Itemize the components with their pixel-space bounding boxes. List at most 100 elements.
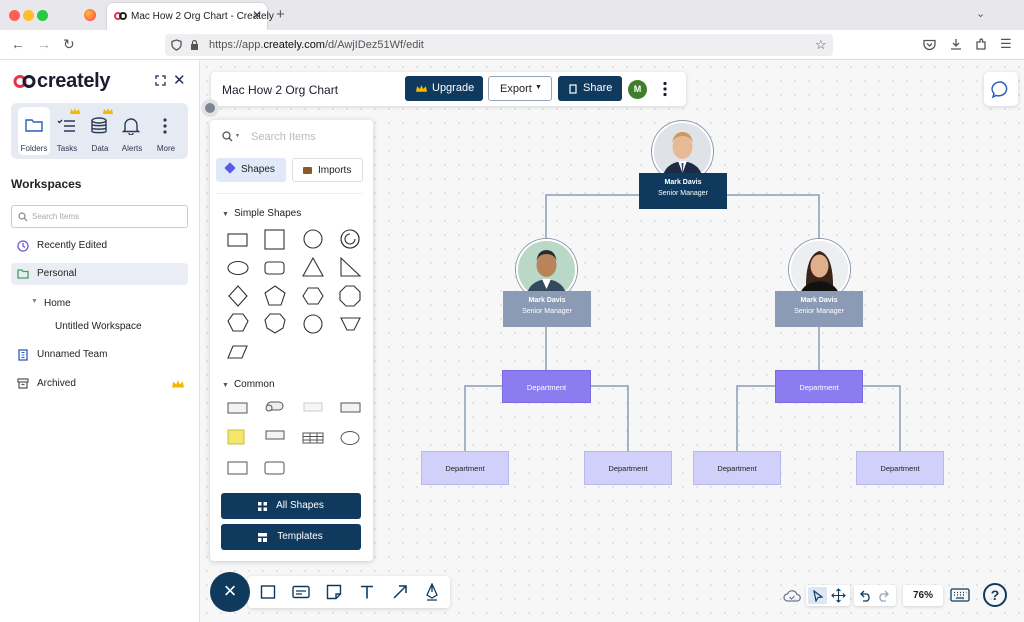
upgrade-button[interactable]: Upgrade [405, 76, 483, 101]
org-node-department[interactable]: Department [775, 370, 863, 403]
sticky-note-tool-icon[interactable] [326, 584, 342, 600]
back-icon[interactable]: ← [11, 36, 25, 52]
expand-icon[interactable] [155, 75, 166, 86]
templates-button[interactable]: Templates [221, 524, 361, 550]
close-window-button[interactable] [9, 10, 20, 21]
panel-toggle-handle[interactable] [201, 99, 219, 117]
org-node-department[interactable]: Department [502, 370, 591, 403]
minimize-window-button[interactable] [23, 10, 34, 21]
browser-tab[interactable]: Mac How 2 Org Chart - Creately ✕ [107, 3, 274, 30]
zoom-level[interactable]: 76% [903, 585, 943, 606]
pen-tool-icon[interactable] [424, 583, 440, 601]
user-avatar[interactable]: M [628, 80, 647, 99]
select-tool-button[interactable] [808, 587, 827, 604]
simple-shapes-grid[interactable] [210, 224, 373, 364]
tab-label: Imports [318, 165, 352, 176]
more-vertical-icon [163, 118, 167, 134]
comments-button[interactable] [984, 72, 1018, 106]
keyboard-icon[interactable] [950, 588, 970, 602]
pocket-icon[interactable] [923, 39, 936, 51]
org-node-left-manager[interactable]: Mark Davis Senior Manager [503, 291, 591, 327]
workspace-search-input[interactable]: Search Items [11, 205, 188, 228]
clock-icon [17, 240, 29, 252]
more-vertical-icon[interactable] [662, 81, 668, 97]
menu-hamburger-icon[interactable]: ☰ [1000, 36, 1012, 52]
arrow-tool-icon[interactable] [392, 584, 408, 600]
tab-close-icon[interactable]: ✕ [252, 8, 262, 22]
card-tool-icon[interactable] [292, 584, 310, 600]
forward-icon[interactable]: → [37, 36, 51, 52]
close-toolbar-button[interactable]: × [210, 572, 250, 612]
tasks-button[interactable]: Tasks [52, 107, 82, 155]
more-button[interactable]: More [151, 107, 181, 155]
creately-favicon [114, 12, 127, 20]
person-photo-icon [654, 123, 711, 180]
common-section[interactable]: ▼ Common [222, 379, 275, 390]
search-icon [222, 131, 233, 142]
address-bar[interactable]: https://app.creately.com/d/AwjIDez51Wf/e… [165, 34, 833, 56]
all-shapes-button[interactable]: All Shapes [221, 493, 361, 519]
workspace-search-placeholder: Search Items [32, 212, 80, 221]
caret-down-icon[interactable]: ▼ [235, 133, 240, 139]
tab-label: Shapes [241, 164, 275, 175]
sidebar-item-unnamed-team[interactable]: Unnamed Team [11, 344, 188, 366]
simple-shapes-section[interactable]: ▼ Simple Shapes [222, 208, 301, 219]
export-button[interactable]: Export ▼ [488, 76, 552, 101]
creately-logo-icon [13, 75, 36, 88]
lock-icon[interactable] [190, 39, 199, 51]
org-node-root[interactable]: Mark Davis Senior Manager [639, 173, 727, 209]
redo-icon[interactable] [877, 589, 891, 602]
alerts-button[interactable]: Alerts [117, 107, 147, 155]
sidebar-item-recently-edited[interactable]: Recently Edited [11, 235, 188, 257]
help-button[interactable]: ? [983, 583, 1007, 607]
browser-nav-bar: ← → ↻ https://app.creately.com/d/AwjIDez… [0, 30, 1024, 60]
text-tool-icon[interactable] [359, 584, 375, 600]
download-icon[interactable] [950, 38, 962, 51]
rectangle-tool-icon[interactable] [260, 584, 276, 600]
firefox-icon[interactable] [84, 9, 96, 21]
caret-down-icon[interactable]: ▼ [31, 298, 38, 305]
tab-list-chevron-icon[interactable]: ⌄ [976, 7, 985, 20]
sidebar-item-label: Home [44, 298, 71, 309]
node-name: Mark Davis [528, 297, 566, 304]
org-node-department[interactable]: Department [856, 451, 944, 485]
upgrade-label: Upgrade [432, 82, 475, 94]
extensions-icon[interactable] [975, 38, 987, 51]
help-icon: ? [990, 587, 1000, 603]
common-shapes-grid[interactable] [210, 396, 373, 476]
undo-redo-group [854, 585, 896, 606]
org-node-department[interactable]: Department [584, 451, 672, 485]
reload-icon[interactable]: ↻ [63, 36, 75, 53]
sidebar-item-label: Recently Edited [37, 240, 108, 251]
crown-icon [172, 380, 184, 388]
node-role: Senior Manager [522, 308, 572, 315]
sidebar-item-label: Unnamed Team [37, 349, 108, 360]
cloud-sync-icon[interactable] [783, 589, 801, 602]
document-title[interactable]: Mac How 2 Org Chart [222, 83, 338, 97]
sidebar-item-personal[interactable]: Personal [11, 263, 188, 285]
pan-icon[interactable] [831, 588, 846, 603]
maximize-window-button[interactable] [37, 10, 48, 21]
org-node-department[interactable]: Department [421, 451, 509, 485]
pointer-mode-group [806, 585, 850, 606]
undo-icon[interactable] [858, 589, 872, 602]
sidebar-item-untitled-workspace[interactable]: Untitled Workspace [11, 316, 188, 338]
chat-bubble-icon [991, 81, 1008, 99]
node-role: Senior Manager [658, 190, 708, 197]
new-tab-icon[interactable]: + [276, 6, 285, 23]
tab-shapes[interactable]: Shapes [216, 158, 286, 182]
sidebar-item-archived[interactable]: Archived [11, 373, 188, 395]
org-node-department[interactable]: Department [693, 451, 781, 485]
org-node-right-manager[interactable]: Mark Davis Senior Manager [775, 291, 863, 327]
close-icon: × [223, 578, 237, 603]
building-icon [18, 349, 28, 361]
close-sidebar-icon[interactable]: ✕ [173, 71, 186, 89]
share-button[interactable]: Share [558, 76, 622, 101]
export-label: Export [500, 83, 532, 95]
sidebar-item-home[interactable]: ▼ Home [11, 293, 188, 315]
shield-icon[interactable] [171, 39, 182, 51]
sidebar-item-label: Archived [37, 378, 76, 389]
url-prefix: https://app. [209, 39, 264, 51]
bookmark-star-icon[interactable]: ☆ [815, 37, 827, 53]
tab-imports[interactable]: Imports [292, 158, 363, 182]
